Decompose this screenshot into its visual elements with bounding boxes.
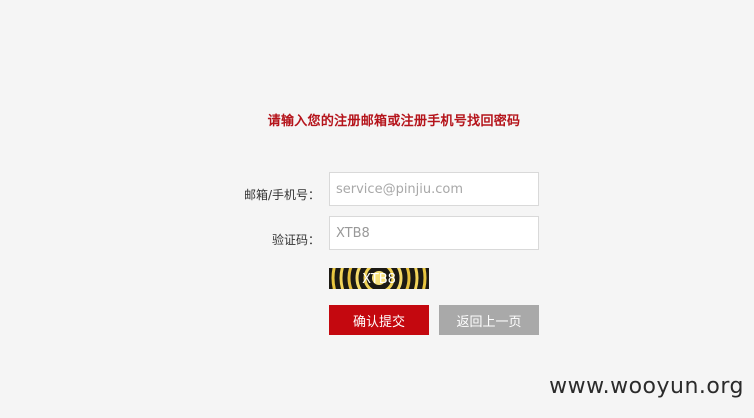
- captcha-text: XTB8: [362, 272, 396, 287]
- verification-code-label: 验证码：: [271, 233, 320, 247]
- submit-button[interactable]: 确认提交: [329, 305, 429, 335]
- watermark-text: www.wooyun.org: [549, 374, 744, 399]
- captcha-rings-icon: XTB8: [329, 268, 429, 289]
- page-title: 请输入您的注册邮箱或注册手机号找回密码: [267, 114, 521, 129]
- email-phone-input[interactable]: [329, 172, 539, 206]
- captcha-image[interactable]: XTB8: [329, 268, 429, 289]
- email-phone-label: 邮箱/手机号：: [243, 188, 320, 202]
- verification-code-input[interactable]: [329, 216, 539, 250]
- back-button[interactable]: 返回上一页: [439, 305, 539, 335]
